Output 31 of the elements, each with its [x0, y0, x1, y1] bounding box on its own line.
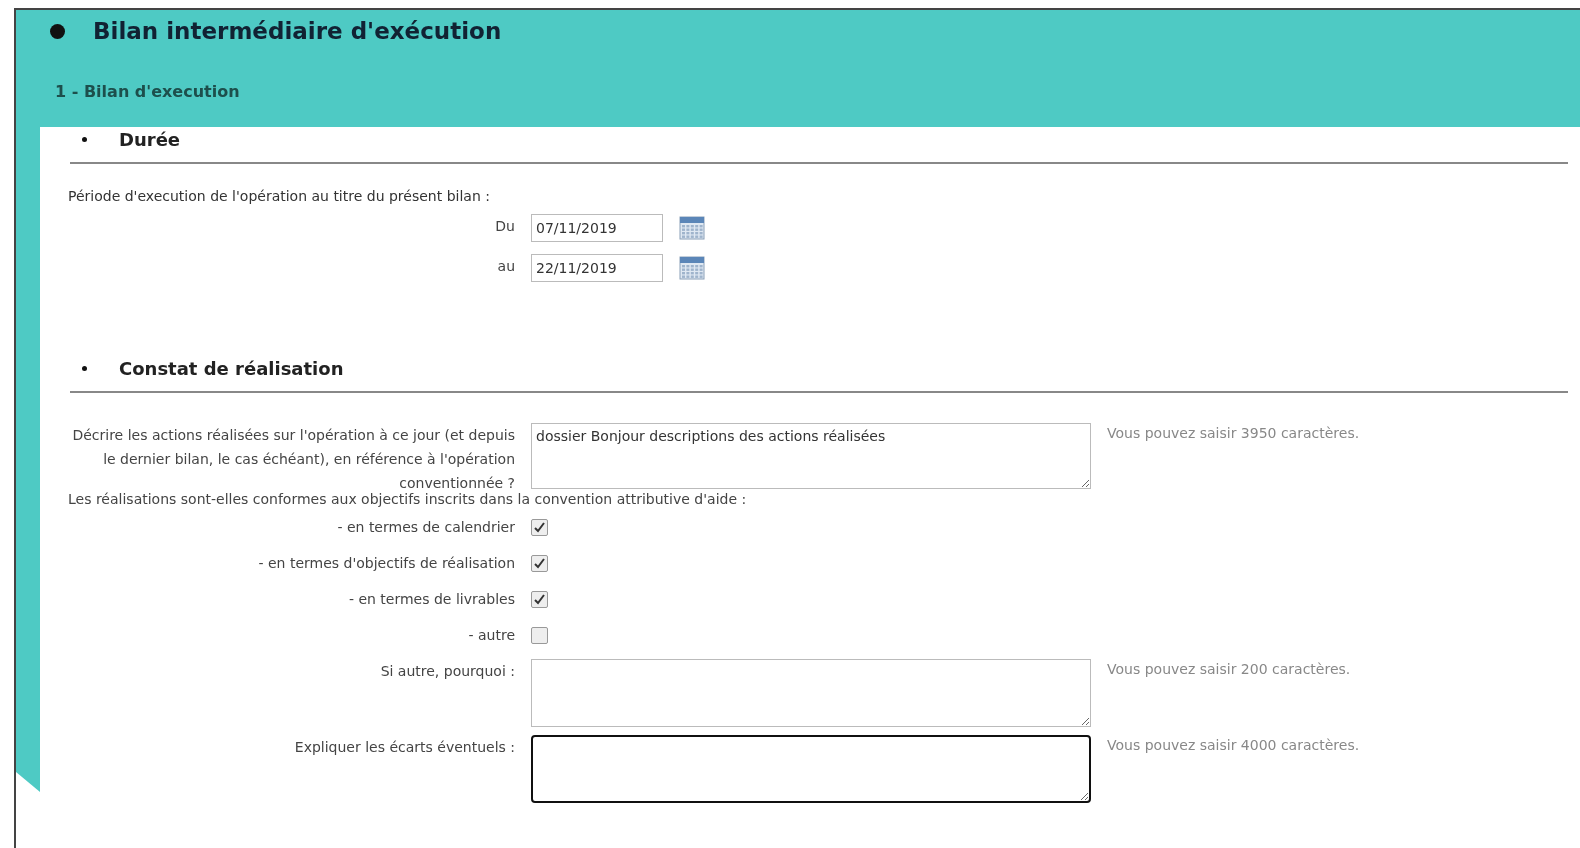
character-hint: Vous pouvez saisir 3950 caractères.: [1107, 424, 1361, 441]
bullet-icon: [82, 137, 87, 142]
checkbox[interactable]: [531, 519, 548, 536]
section-heading: Constat de réalisation: [119, 358, 344, 379]
checkbox[interactable]: [531, 627, 548, 644]
question-text: Les réalisations sont-elles conformes aux objectifs inscrits dans la convention attributive d'aide :: [68, 491, 748, 507]
page-title: Bilan intermédiaire d'exécution: [93, 18, 502, 44]
checkbox-label: - en termes de livrables: [347, 590, 515, 609]
checkbox-label: - autre: [467, 626, 515, 645]
checkbox[interactable]: [531, 555, 548, 572]
text-area[interactable]: [531, 735, 1091, 803]
field-label: au: [496, 257, 515, 276]
checkbox-label: - en termes de calendrier: [336, 518, 515, 537]
section-heading: Durée: [119, 129, 181, 150]
date-field[interactable]: 07/11/2019: [531, 214, 663, 242]
calendar-icon[interactable]: [679, 216, 705, 240]
character-hint: Vous pouvez saisir 4000 caractères.: [1107, 736, 1361, 753]
field-label: Du: [494, 217, 515, 236]
date-field[interactable]: 22/11/2019: [531, 254, 663, 282]
calendar-icon[interactable]: [679, 256, 705, 280]
field-label: Expliquer les écarts éventuels :: [293, 738, 515, 757]
field-label: Décrire les actions réalisées sur l'opération à ce jour (et depuis le dernier bilan, le cas échéant), en référence à l'opération conventionnée ?: [71, 426, 515, 492]
bullet-icon: [50, 23, 65, 39]
character-hint: Vous pouvez saisir 200 caractères.: [1107, 660, 1352, 677]
checkbox-label: - en termes d'objectifs de réalisation: [257, 554, 515, 573]
checkbox[interactable]: [531, 591, 548, 608]
field-label: Période d'execution de l'opération au titre du présent bilan :: [68, 188, 491, 204]
field-label: Si autre, pourquoi :: [379, 662, 515, 681]
text-area[interactable]: dossier Bonjour descriptions des actions réalisées: [531, 423, 1091, 489]
section-title: 1 - Bilan d'execution: [55, 82, 241, 101]
bullet-icon: [82, 366, 87, 371]
